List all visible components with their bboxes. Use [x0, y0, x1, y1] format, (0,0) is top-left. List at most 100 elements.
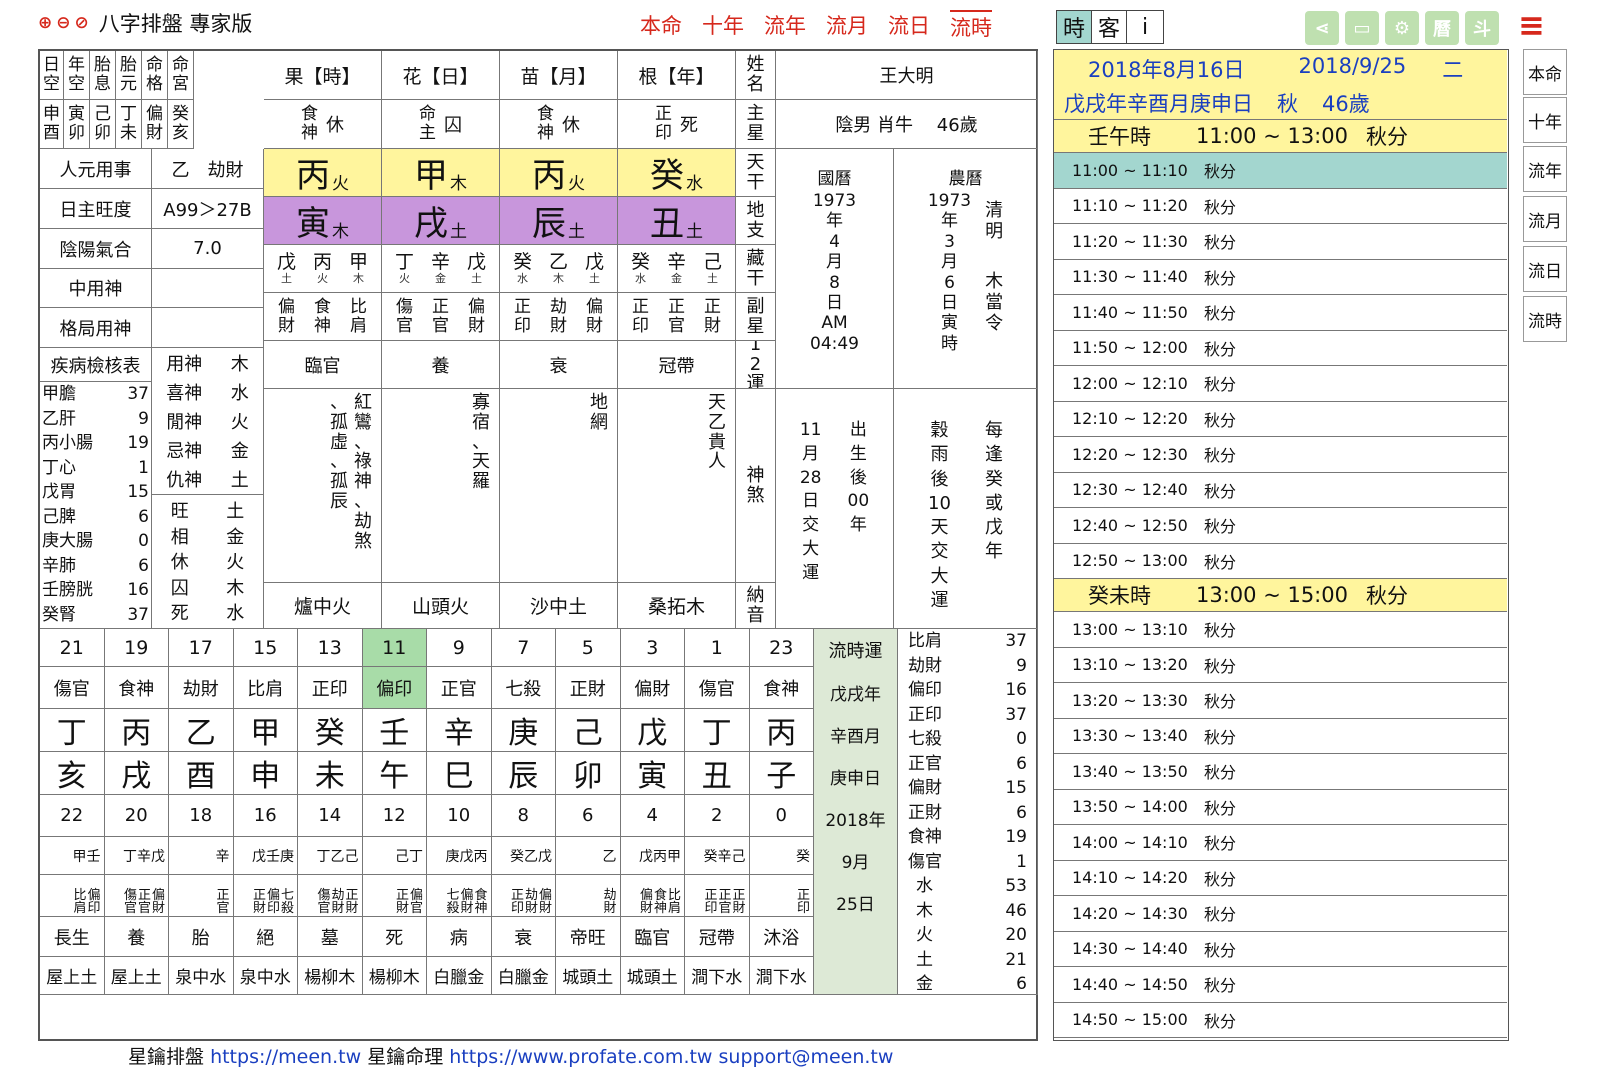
mode-tab-1[interactable]: 客 [1091, 10, 1127, 44]
hour-row[interactable]: 14:30 ~ 14:40 秋分 [1054, 932, 1507, 967]
hidden-char: 己 [702, 251, 722, 273]
hour-row[interactable]: 11:30 ~ 11:40 秋分 [1054, 260, 1507, 295]
footer-email[interactable]: support@meen.tw [719, 1046, 894, 1068]
hour-row[interactable]: 14:50 ~ 15:00 秋分 [1054, 1003, 1507, 1038]
char: 貴 [708, 431, 726, 453]
hour-term: 秋分 [1204, 233, 1237, 253]
luck-hidden-0: 甲壬 [40, 837, 105, 875]
hour-row[interactable]: 13:40 ~ 13:50 秋分 [1054, 754, 1507, 790]
hour-row[interactable]: 11:50 ~ 12:00 秋分 [1054, 331, 1507, 366]
element-key: 木 [916, 900, 933, 921]
hour-row[interactable]: 13:50 ~ 14:00 秋分 [1054, 790, 1507, 825]
luck-start-b: 穀雨後 10 天交大運 每逢癸或戊年 [894, 389, 1038, 629]
footer-link-b[interactable]: https://www.profate.com.tw [449, 1046, 712, 1068]
header-col-2: 胎息 [90, 51, 116, 100]
hidden-char: 辛 [430, 251, 450, 273]
char: 比 [350, 296, 367, 317]
hour-range: 14:20 ~ 14:30 [1072, 903, 1188, 923]
sub-top: 七偏食 [446, 887, 489, 903]
luck-stems-10: 丁 [685, 709, 750, 752]
hour-row[interactable]: 13:10 ~ 13:20 秋分 [1054, 648, 1507, 683]
side-tab-1[interactable]: 十年 [1523, 97, 1567, 143]
hour-row[interactable]: 14:40 ~ 14:50 秋分 [1054, 967, 1507, 1003]
top-nav-3[interactable]: 流月 [826, 10, 868, 42]
element-key: 火 [916, 925, 933, 945]
top-nav-2[interactable]: 流年 [764, 10, 806, 42]
hour-row[interactable]: 14:00 ~ 14:10 秋分 [1054, 825, 1507, 861]
side-tab-0[interactable]: 本命 [1523, 49, 1567, 95]
hour-row[interactable]: 11:20 ~ 11:30 秋分 [1054, 224, 1507, 260]
char: 年 [68, 55, 85, 76]
hour-term: 秋分 [1204, 763, 1237, 783]
mode-tab-0[interactable]: 時 [1056, 10, 1092, 44]
calendar-icon[interactable]: 曆 [1425, 11, 1459, 45]
ch: 交 [802, 515, 820, 536]
hour-row[interactable]: 14:20 ~ 14:30 秋分 [1054, 896, 1507, 932]
zoom-out-icon[interactable]: ⊖ [56, 13, 70, 33]
char: 鸞 [354, 411, 372, 433]
block1-title: 壬午時 [1088, 125, 1151, 149]
hour-row[interactable]: 12:00 ~ 12:10 秋分 [1054, 366, 1507, 402]
gear-icon[interactable]: ⚙ [1385, 11, 1419, 45]
char: 財 [704, 315, 721, 336]
luck-ends-6: 10 [427, 795, 492, 837]
menu-icon[interactable]: ≡ [1518, 9, 1546, 41]
label-stem: 天干 [736, 149, 776, 197]
luck-stems-9: 戊 [620, 709, 685, 752]
block1-header[interactable]: 壬午時 11:00 ~ 13:00 秋分 [1054, 120, 1507, 153]
block2-header[interactable]: 癸未時 13:00 ~ 15:00 秋分 [1054, 579, 1507, 612]
print-icon[interactable]: ▭ [1345, 11, 1379, 45]
zoom-reset-icon[interactable]: ⊘ [75, 13, 89, 33]
header-col-4: 命格 [142, 51, 168, 100]
hour-row[interactable]: 11:40 ~ 11:50 秋分 [1054, 295, 1507, 331]
hour-range: 14:10 ~ 14:20 [1072, 868, 1188, 888]
stat-val: 16 [1005, 680, 1027, 700]
stat-key: 傷官 [908, 851, 942, 872]
mode-tab-2[interactable]: i [1126, 10, 1164, 44]
hour-term: 秋分 [1204, 339, 1237, 359]
hour-range: 13:00 ~ 13:10 [1072, 619, 1188, 639]
top-nav-1[interactable]: 十年 [702, 10, 744, 42]
top-nav-4[interactable]: 流日 [888, 10, 930, 42]
header-val-4: 偏財 [142, 100, 168, 149]
solar-part: 日 [826, 292, 843, 313]
side-tab-2[interactable]: 流年 [1523, 146, 1567, 192]
char: 運 [746, 373, 765, 389]
top-nav-0[interactable]: 本命 [640, 10, 682, 42]
hour-row[interactable]: 12:20 ~ 12:30 秋分 [1054, 437, 1507, 473]
char: 印 [632, 315, 649, 336]
hour-row[interactable]: 14:10 ~ 14:20 秋分 [1054, 861, 1507, 896]
luck-ends-10: 2 [685, 795, 750, 837]
dipper-icon[interactable]: 斗 [1465, 11, 1499, 45]
side-tab-5[interactable]: 流時 [1523, 296, 1567, 342]
left-row-key-3: 中用神 [40, 268, 152, 308]
char: 偏 [586, 296, 603, 317]
hour-row[interactable]: 12:10 ~ 12:20 秋分 [1054, 402, 1507, 437]
side-tab-3[interactable]: 流月 [1523, 196, 1567, 242]
side-tab-4[interactable]: 流日 [1523, 246, 1567, 292]
luck-gods-9: 偏財 [620, 667, 685, 709]
sub-star: 偏財 [269, 298, 305, 335]
hour-row[interactable]: 12:50 ~ 13:00 秋分 [1054, 544, 1507, 579]
left-row-val-1: A99＞27B [152, 189, 264, 229]
hour-row[interactable]: 12:30 ~ 12:40 秋分 [1054, 473, 1507, 508]
luck-nayin-2: 泉中水 [169, 957, 234, 995]
top-nav-5[interactable]: 流時 [950, 10, 992, 42]
shensha-col: 地網 [587, 393, 611, 582]
char: 主 [419, 123, 436, 143]
hour-term: 秋分 [1204, 197, 1237, 217]
hour-term: 秋分 [1204, 375, 1237, 395]
hour-row[interactable]: 12:40 ~ 12:50 秋分 [1054, 508, 1507, 544]
hour-row[interactable]: 11:10 ~ 11:20 秋分 [1054, 189, 1507, 224]
hour-row[interactable]: 11:00 ~ 11:10 秋分 [1054, 153, 1507, 189]
hour-row[interactable]: 13:30 ~ 13:40 秋分 [1054, 719, 1507, 754]
zoom-in-icon[interactable]: ⊕ [38, 13, 52, 33]
char: 正 [668, 296, 685, 317]
share-icon[interactable]: ⋖ [1305, 11, 1339, 45]
hour-row[interactable]: 13:20 ~ 13:30 秋分 [1054, 683, 1507, 719]
hour-row[interactable]: 13:00 ~ 13:10 秋分 [1054, 612, 1507, 648]
hour-range: 11:00 ~ 11:10 [1072, 160, 1188, 180]
footer-link-a[interactable]: https://meen.tw [210, 1046, 361, 1068]
luck-stems-6: 辛 [427, 709, 492, 752]
element-val: 53 [1005, 876, 1027, 896]
